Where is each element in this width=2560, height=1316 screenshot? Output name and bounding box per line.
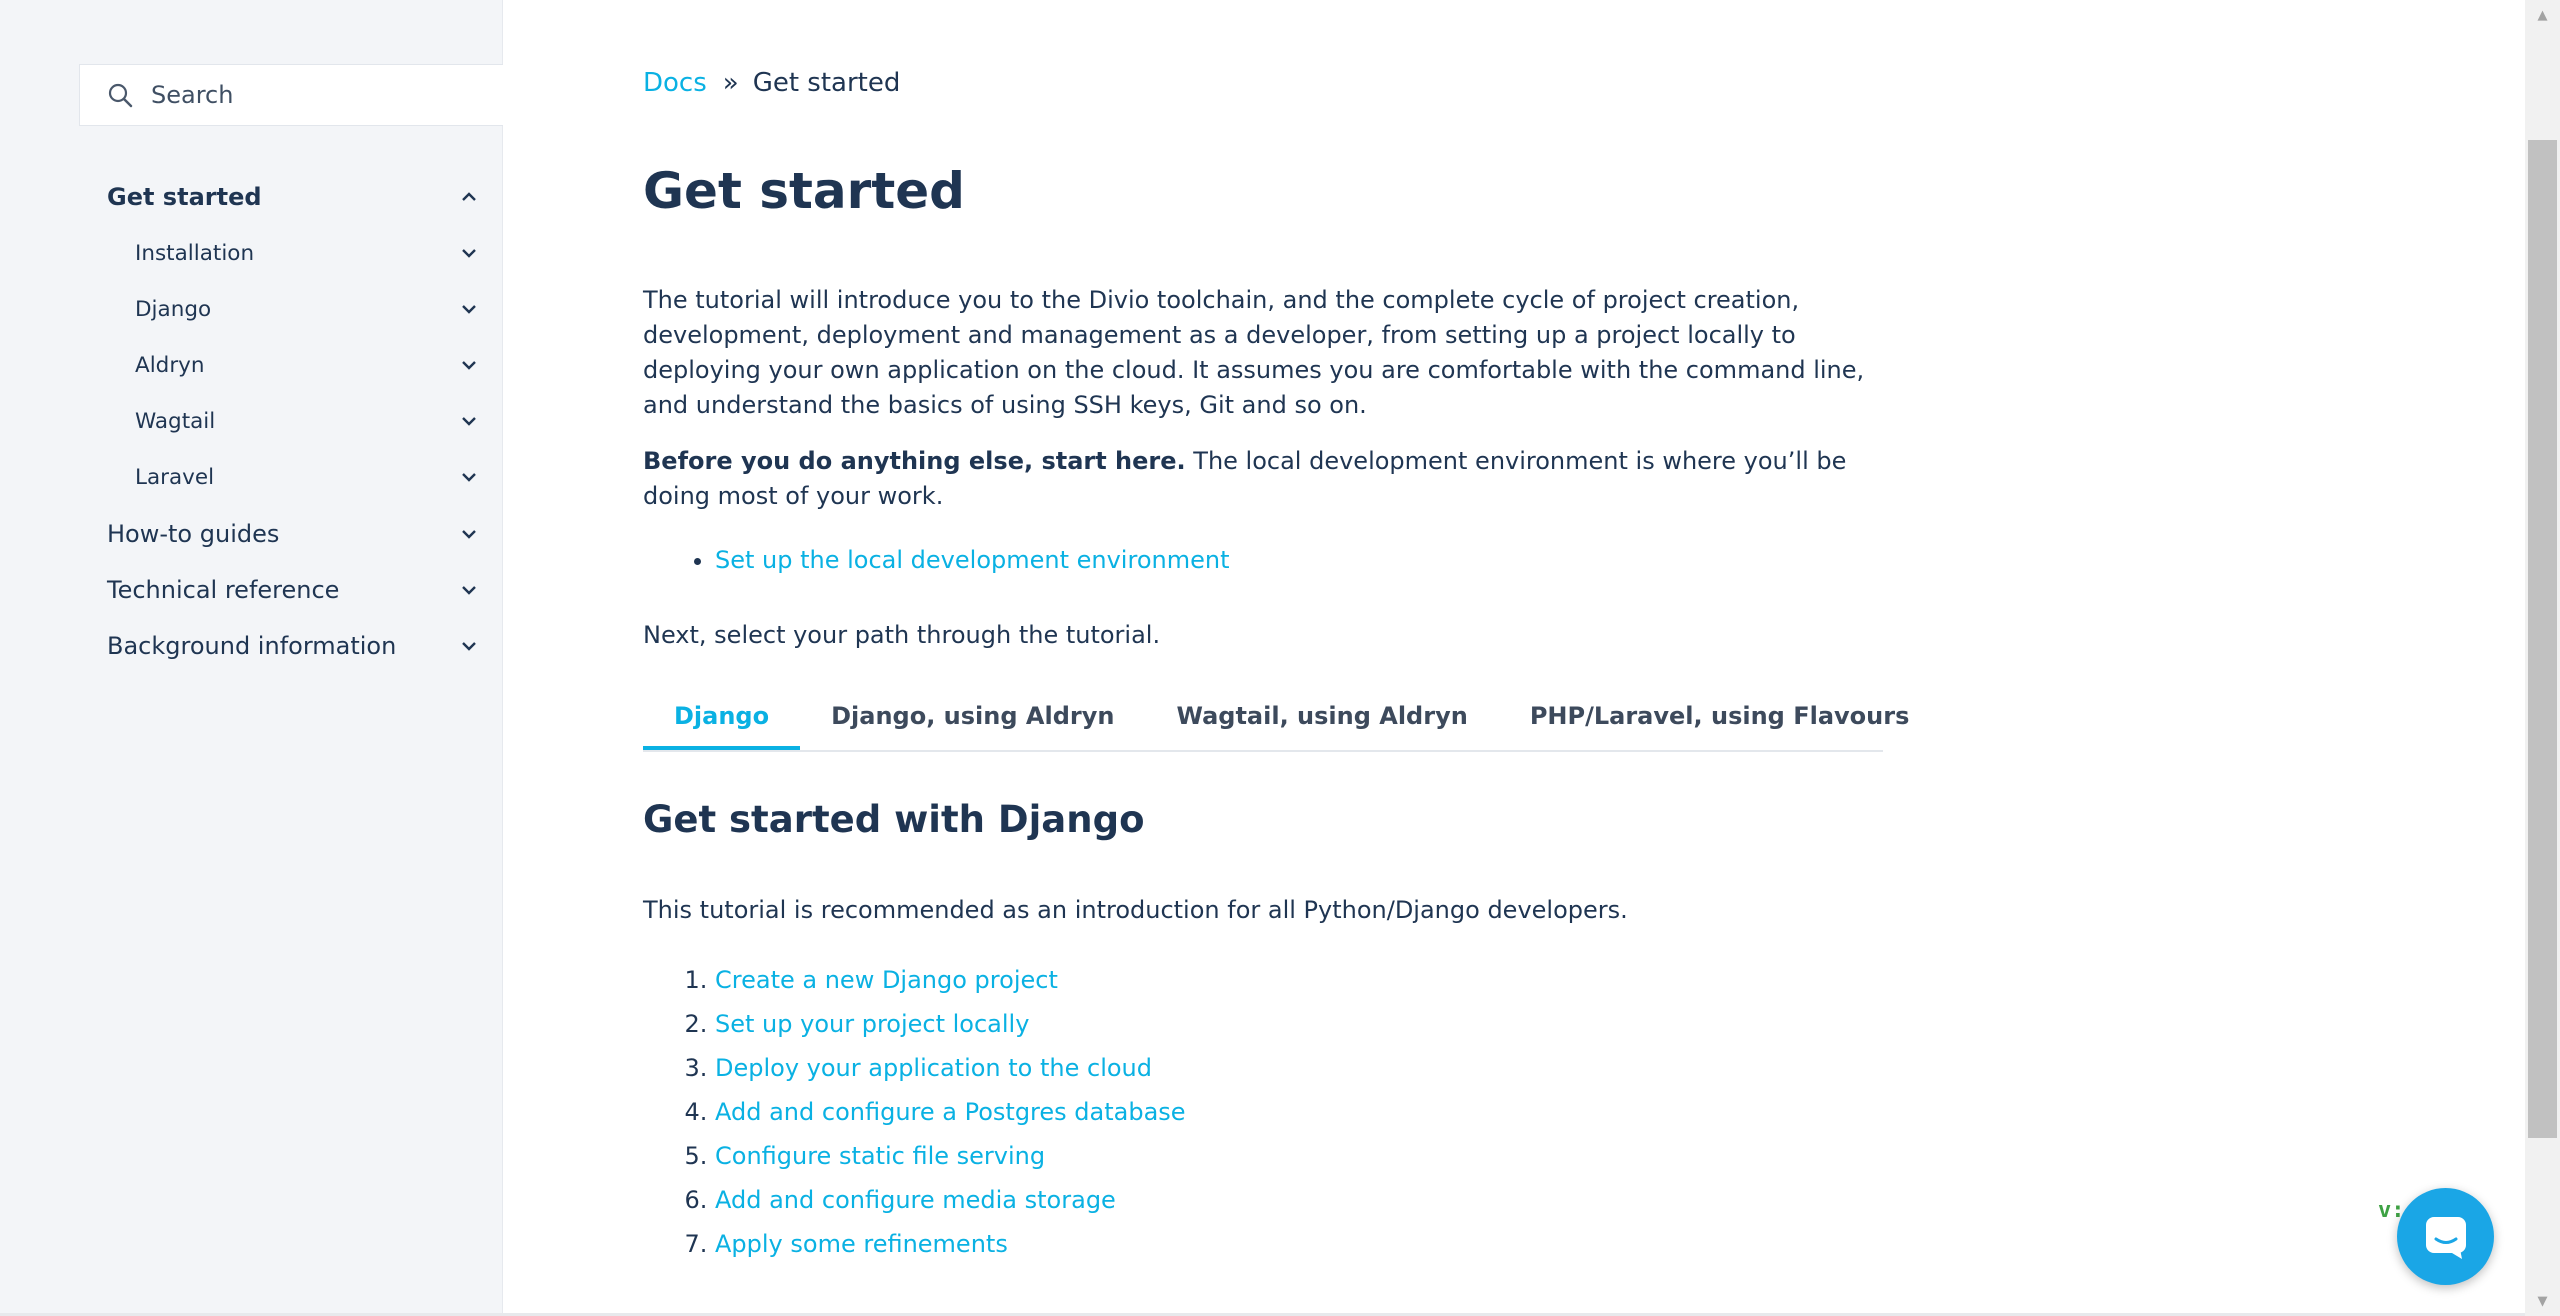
breadcrumb-docs-link[interactable]: Docs xyxy=(643,68,707,98)
tab-wagtail-aldryn[interactable]: Wagtail, using Aldryn xyxy=(1145,694,1498,750)
list-item: Create a new Django project xyxy=(715,958,1186,1002)
scroll-down-icon[interactable]: ▼ xyxy=(2525,1286,2560,1316)
search-input[interactable] xyxy=(149,80,473,110)
tab-django[interactable]: Django xyxy=(643,694,801,750)
sidebar-item-get-started[interactable]: Get started xyxy=(0,173,503,221)
start-here-paragraph: Before you do anything else, start here.… xyxy=(643,444,1888,514)
chat-launcher-button[interactable] xyxy=(2397,1188,2494,1285)
chevron-down-icon[interactable] xyxy=(459,243,479,263)
list-item: Configure static file serving xyxy=(715,1134,1186,1178)
step-link[interactable]: Set up your project locally xyxy=(715,1010,1029,1038)
sidebar-item-background-information[interactable]: Background information xyxy=(0,622,503,670)
sidebar-item-technical-reference[interactable]: Technical reference xyxy=(0,566,503,614)
setup-local-env-link[interactable]: Set up the local development environment xyxy=(715,546,1229,574)
breadcrumb-current: Get started xyxy=(752,68,901,98)
sidebar-item-how-to-guides[interactable]: How-to guides xyxy=(0,510,503,558)
sidebar-item-label: Django xyxy=(135,296,212,322)
step-link[interactable]: Configure static file serving xyxy=(715,1142,1045,1170)
sidebar-item-label: Background information xyxy=(107,632,397,660)
chevron-up-icon[interactable] xyxy=(459,187,479,207)
chat-icon xyxy=(2425,1216,2466,1259)
sidebar-item-label: Installation xyxy=(135,240,255,266)
intro-paragraph: The tutorial will introduce you to the D… xyxy=(643,286,1865,419)
chevron-down-icon[interactable] xyxy=(459,411,479,431)
scroll-up-icon[interactable]: ▲ xyxy=(2525,0,2560,30)
sidebar-item-installation[interactable]: Installation xyxy=(0,229,503,277)
sidebar-item-django[interactable]: Django xyxy=(0,285,503,333)
step-link[interactable]: Apply some refinements xyxy=(715,1230,1008,1258)
tutorial-tabs: Django Django, using Aldryn Wagtail, usi… xyxy=(643,694,1909,752)
list-item: Add and configure a Postgres database xyxy=(715,1090,1186,1134)
chevron-down-icon[interactable] xyxy=(459,636,479,656)
sidebar: Get started Installation Django Aldryn W… xyxy=(0,0,503,1316)
step-link[interactable]: Deploy your application to the cloud xyxy=(715,1054,1152,1082)
list-item: Set up the local development environment xyxy=(715,543,1229,578)
breadcrumb-separator: » xyxy=(722,68,739,98)
search-icon xyxy=(108,83,133,108)
sidebar-item-label: Get started xyxy=(107,183,262,211)
scrollbar[interactable]: ▲ ▼ xyxy=(2525,0,2560,1316)
sidebar-item-wagtail[interactable]: Wagtail xyxy=(0,397,503,445)
sidebar-item-label: Laravel xyxy=(135,464,215,490)
chevron-down-icon[interactable] xyxy=(459,299,479,319)
list-item: Apply some refinements xyxy=(715,1222,1186,1266)
chevron-down-icon[interactable] xyxy=(459,524,479,544)
scrollbar-thumb[interactable] xyxy=(2528,140,2557,1138)
chevron-down-icon[interactable] xyxy=(459,355,479,375)
step-link[interactable]: Create a new Django project xyxy=(715,966,1058,994)
section-title: Get started with Django xyxy=(643,798,1145,841)
page-title: Get started xyxy=(643,162,965,220)
sidebar-item-label: How-to guides xyxy=(107,520,280,548)
tab-php-laravel[interactable]: PHP/Laravel, using Flavours xyxy=(1499,694,1941,750)
step-link[interactable]: Add and configure a Postgres database xyxy=(715,1098,1186,1126)
sidebar-item-label: Wagtail xyxy=(135,408,216,434)
sidebar-item-aldryn[interactable]: Aldryn xyxy=(0,341,503,389)
chevron-down-icon[interactable] xyxy=(459,580,479,600)
chevron-down-icon[interactable] xyxy=(459,467,479,487)
step-link[interactable]: Add and configure media storage xyxy=(715,1186,1116,1214)
next-paragraph: Next, select your path through the tutor… xyxy=(643,621,1161,649)
search-box[interactable] xyxy=(79,64,503,126)
steps-list: Create a new Django project Set up your … xyxy=(643,958,1186,1266)
sidebar-item-laravel[interactable]: Laravel xyxy=(0,453,503,501)
list-item: Set up your project locally xyxy=(715,1002,1186,1046)
section-description: This tutorial is recommended as an intro… xyxy=(643,896,1628,924)
sidebar-item-label: Technical reference xyxy=(107,576,340,604)
sidebar-item-label: Aldryn xyxy=(135,352,205,378)
list-item: Deploy your application to the cloud xyxy=(715,1046,1186,1090)
list-item: Add and configure media storage xyxy=(715,1178,1186,1222)
setup-list: Set up the local development environment xyxy=(643,543,1229,578)
tab-django-aldryn[interactable]: Django, using Aldryn xyxy=(800,694,1145,750)
start-here-emphasis: Before you do anything else, start here. xyxy=(643,447,1186,475)
breadcrumb: Docs » Get started xyxy=(643,68,900,98)
